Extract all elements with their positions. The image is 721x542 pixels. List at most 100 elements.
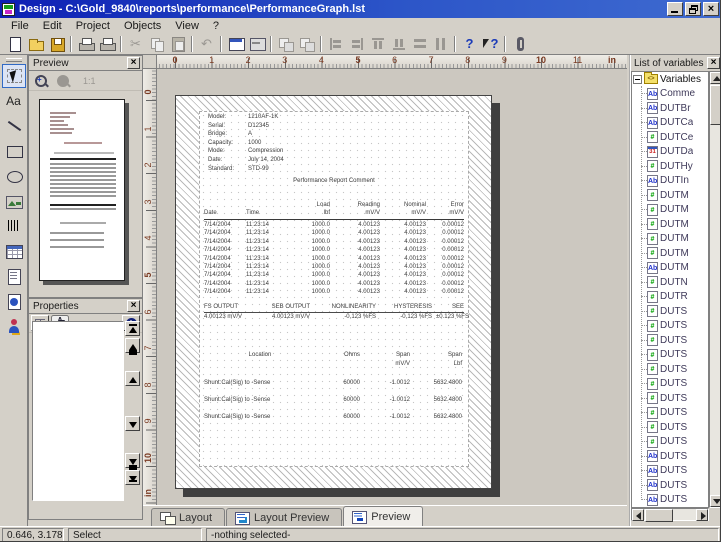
variables-vertical-scrollbar[interactable] [709, 71, 721, 508]
properties-editor[interactable] [32, 321, 124, 501]
variable-item[interactable]: AbDUTS [632, 478, 708, 493]
close-button[interactable]: × [703, 2, 719, 16]
variable-item[interactable]: #DUTS [632, 333, 708, 348]
tab-preview[interactable]: Preview [343, 506, 423, 526]
variable-item[interactable]: #DUTS [632, 420, 708, 435]
tab-layout[interactable]: Layout [151, 508, 225, 526]
properties-close-button[interactable]: × [127, 300, 140, 312]
thumbnail-line [60, 222, 106, 224]
scroll-bottom-button[interactable] [125, 470, 140, 485]
tool-ellipse-button[interactable] [2, 164, 26, 188]
menu-file[interactable]: File [4, 20, 36, 32]
tab-layout-preview[interactable]: Layout Preview [226, 508, 342, 526]
table-cell: Shunt:Cal(Sig) to -Sense [204, 380, 316, 386]
variables-tree-root[interactable]: <> Variables [632, 72, 708, 87]
exit-button[interactable] [509, 34, 530, 54]
variables-close-button[interactable]: × [707, 57, 720, 69]
variables-horizontal-scrollbar[interactable] [631, 508, 709, 521]
variable-item[interactable]: #DUTHy [632, 159, 708, 174]
restore-button[interactable] [685, 2, 701, 16]
variable-label: DUTM [660, 262, 689, 273]
menu-objects[interactable]: Objects [117, 20, 168, 32]
open-button[interactable] [25, 34, 46, 54]
variable-item[interactable]: #DUTS [632, 362, 708, 377]
variable-item[interactable]: AbComme [632, 87, 708, 102]
zoom-in-button[interactable]: + [33, 73, 49, 89]
variable-item[interactable]: #DUTS [632, 377, 708, 392]
variable-item[interactable]: AbDUTS [632, 493, 708, 508]
tab-label: Layout [179, 512, 212, 524]
new-button[interactable] [4, 34, 25, 54]
tool-chart-button[interactable] [2, 289, 26, 313]
variable-item[interactable]: #DUTCe [632, 130, 708, 145]
menu-help[interactable]: ? [206, 20, 226, 32]
number-variable-icon: # [647, 421, 658, 433]
variable-item[interactable]: #DUTM [632, 217, 708, 232]
tool-picture-button[interactable] [2, 189, 26, 213]
tool-rectangle-button[interactable] [2, 139, 26, 163]
menu-view[interactable]: View [168, 20, 206, 32]
variable-item[interactable]: #DUTS [632, 348, 708, 363]
page-setup-button[interactable] [225, 34, 246, 54]
actual-size-button[interactable]: 1:1 [77, 75, 102, 87]
scroll-page-down-button[interactable] [125, 453, 140, 468]
variable-item[interactable]: #DUTS [632, 304, 708, 319]
object-properties-button[interactable] [246, 34, 267, 54]
variable-item[interactable]: #DUTM [632, 232, 708, 247]
design-canvas[interactable]: Model:1210AF-1KSerial:D12345Bridge:ACapa… [157, 69, 627, 505]
table-cell: 11:23:14 [246, 247, 284, 253]
minimize-button[interactable] [667, 2, 683, 16]
help-button[interactable] [459, 34, 480, 54]
align-right-icon [348, 35, 365, 53]
tool-formatted-text-button[interactable] [2, 264, 26, 288]
variable-item[interactable]: #DUTN [632, 275, 708, 290]
tool-barcode-button[interactable] [2, 214, 26, 238]
variable-item[interactable]: #DUTS [632, 435, 708, 450]
report-page[interactable]: Model:1210AF-1KSerial:D12345Bridge:ACapa… [175, 95, 492, 489]
collapse-icon[interactable] [633, 75, 642, 84]
scroll-down-button[interactable] [710, 495, 721, 507]
variable-item[interactable]: #DUTS [632, 319, 708, 334]
horizontal-scrollbar-thumb[interactable] [645, 509, 673, 522]
table-cell: 11:23:14 [246, 239, 284, 245]
variable-item[interactable]: 31DUTDa [632, 145, 708, 160]
variable-item[interactable]: #DUTR [632, 290, 708, 305]
zoom-out-button[interactable]: − [55, 73, 71, 89]
scroll-top-button[interactable] [125, 321, 140, 336]
table-row: Shunt:Cal(Sig) to -Sense60000-1.00125632… [204, 397, 464, 405]
scroll-right-button[interactable] [696, 509, 708, 521]
scroll-left-button[interactable] [632, 509, 644, 521]
variable-item[interactable]: #DUTM [632, 246, 708, 261]
tool-select-button[interactable] [2, 64, 26, 88]
tool-table-button[interactable] [2, 239, 26, 263]
palette-grip[interactable] [6, 58, 22, 62]
scroll-down-button[interactable] [125, 416, 140, 431]
variable-label: DUTM [660, 219, 689, 230]
tool-text-button[interactable] [2, 89, 26, 113]
variable-item[interactable]: AbDUTBr [632, 101, 708, 116]
tool-line-button[interactable] [2, 114, 26, 138]
window-titlebar: Design - C:\Gold_9840\reports\performanc… [0, 0, 721, 18]
variable-item[interactable]: AbDUTS [632, 464, 708, 479]
preview-close-button[interactable]: × [127, 57, 140, 69]
print-setup-button[interactable] [96, 34, 117, 54]
variable-item[interactable]: #DUTM [632, 203, 708, 218]
variable-item[interactable]: AbDUTIn [632, 174, 708, 189]
context-help-button[interactable] [480, 34, 501, 54]
variable-item[interactable]: AbDUTCa [632, 116, 708, 131]
scroll-up-button[interactable] [125, 371, 140, 386]
variable-item[interactable]: AbDUTM [632, 261, 708, 276]
print-button[interactable] [75, 34, 96, 54]
scroll-up-button[interactable] [710, 72, 721, 84]
variable-item[interactable]: #DUTS [632, 391, 708, 406]
save-button[interactable] [46, 34, 67, 54]
variable-item[interactable]: #DUTS [632, 406, 708, 421]
vertical-scrollbar-thumb[interactable] [710, 85, 721, 125]
page-thumbnail[interactable] [39, 99, 125, 281]
menu-edit[interactable]: Edit [36, 20, 69, 32]
tool-insert-object-button[interactable] [2, 314, 26, 338]
menu-project[interactable]: Project [69, 20, 117, 32]
variable-item[interactable]: AbDUTS [632, 449, 708, 464]
variable-item[interactable]: #DUTM [632, 188, 708, 203]
scroll-page-up-button[interactable] [125, 338, 140, 353]
